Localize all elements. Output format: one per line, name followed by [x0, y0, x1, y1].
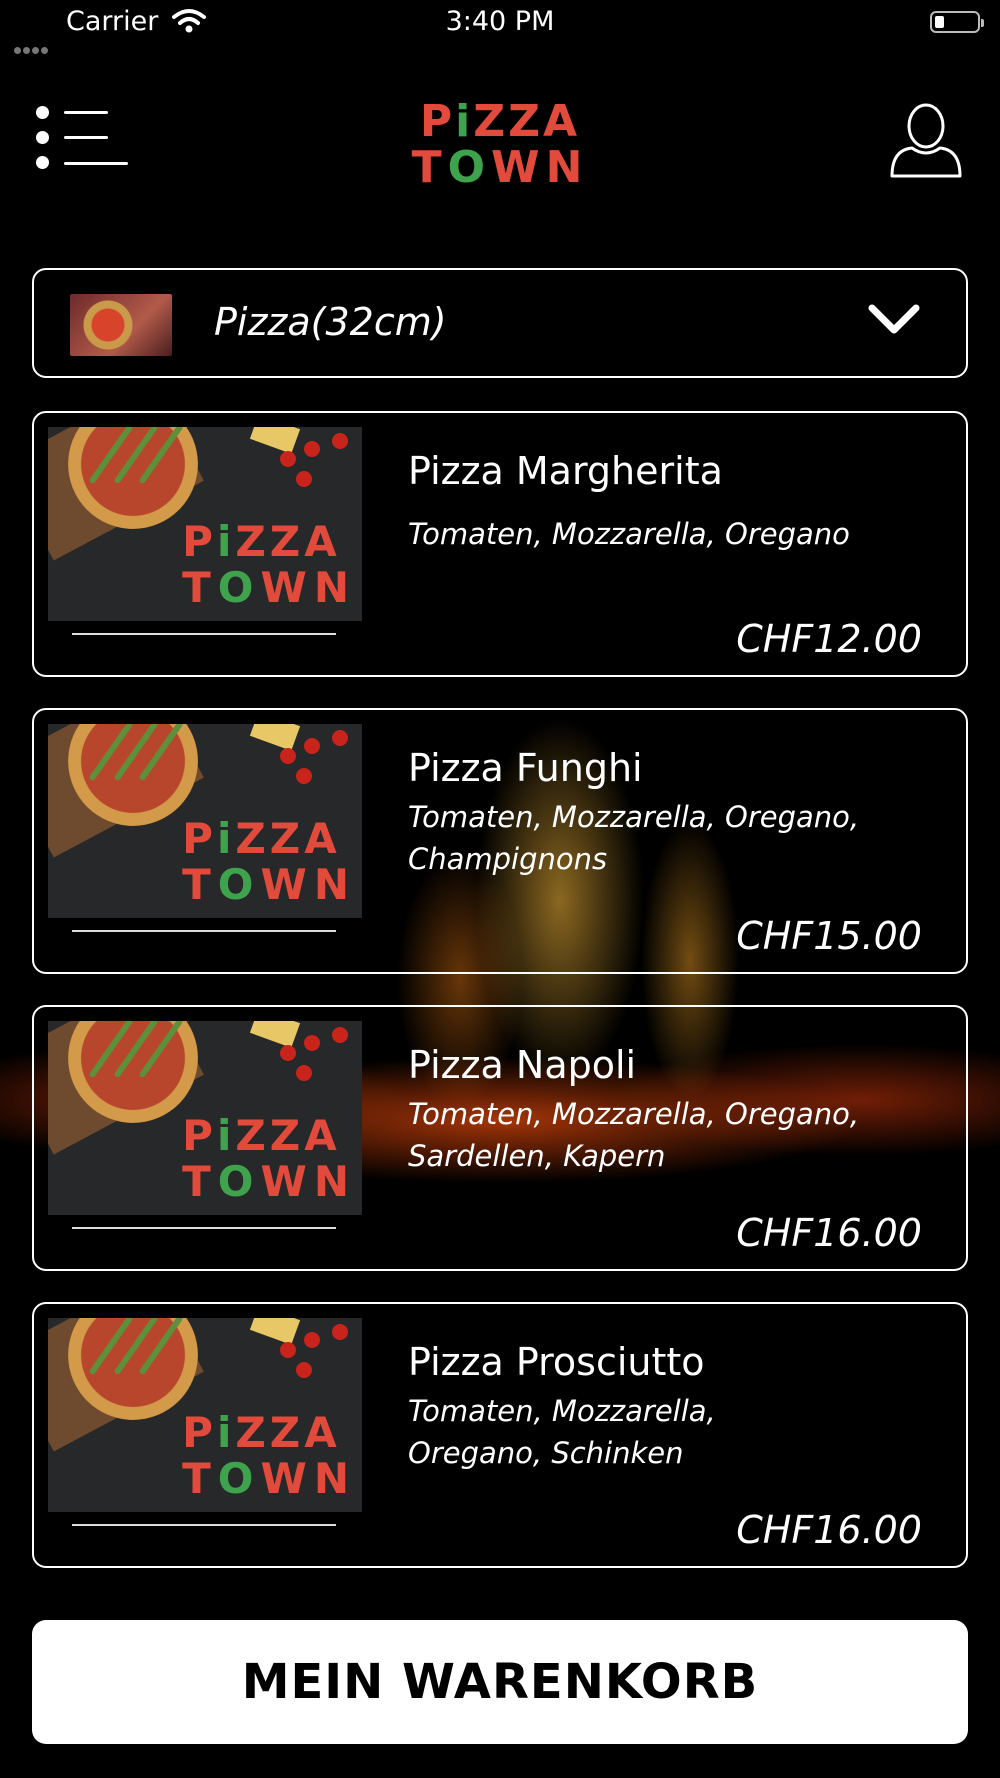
pizza-town-logo: PiZZA TOWN — [411, 96, 589, 193]
status-bar: Carrier 3:40 PM — [0, 0, 1000, 54]
product-image: PiZZA TOWN — [48, 427, 362, 621]
product-image-brand: PiZZA TOWN — [182, 814, 356, 909]
product-image-brand: PiZZA TOWN — [182, 1111, 356, 1206]
product-description: Tomaten, Mozzarella, Oregano — [408, 517, 850, 551]
divider — [72, 633, 336, 635]
product-name: Pizza Funghi — [408, 746, 643, 790]
product-image-brand: PiZZA TOWN — [182, 517, 356, 612]
category-dropdown[interactable]: Pizza(32cm) — [32, 268, 968, 378]
product-image-brand: PiZZA TOWN — [182, 1408, 356, 1503]
product-name: Pizza Prosciutto — [408, 1340, 705, 1384]
cart-button[interactable]: MEIN WARENKORB — [32, 1620, 968, 1744]
product-image: PiZZA TOWN — [48, 724, 362, 918]
divider — [72, 930, 336, 932]
product-price: CHF12.00 — [736, 617, 922, 661]
divider — [72, 1227, 336, 1229]
product-name: Pizza Napoli — [408, 1043, 637, 1087]
category-label: Pizza(32cm) — [214, 300, 447, 344]
profile-button[interactable] — [888, 102, 964, 180]
product-card-napoli[interactable]: PiZZA TOWN Pizza Napoli Tomaten, Mozzare… — [32, 1005, 968, 1271]
battery-icon — [930, 11, 984, 33]
category-thumbnail — [70, 294, 172, 356]
product-name: Pizza Margherita — [408, 449, 723, 493]
product-description: Tomaten, Mozzarella, Oregano, Schinken — [408, 1394, 716, 1470]
product-price: CHF16.00 — [736, 1508, 922, 1552]
product-card-prosciutto[interactable]: PiZZA TOWN Pizza Prosciutto Tomaten, Moz… — [32, 1302, 968, 1568]
product-description: Tomaten, Mozzarella, Oregano, Champignon… — [408, 800, 860, 876]
product-card-margherita[interactable]: PiZZA TOWN Pizza Margherita Tomaten, Moz… — [32, 411, 968, 677]
user-profile-icon — [890, 103, 962, 178]
product-description: Tomaten, Mozzarella, Oregano, Sardellen,… — [408, 1097, 860, 1173]
divider — [72, 1524, 336, 1526]
menu-button[interactable] — [36, 106, 128, 172]
product-image: PiZZA TOWN — [48, 1318, 362, 1512]
product-price: CHF16.00 — [736, 1211, 922, 1255]
chevron-down-icon — [868, 304, 920, 334]
status-time: 3:40 PM — [445, 6, 555, 37]
product-card-funghi[interactable]: PiZZA TOWN Pizza Funghi Tomaten, Mozzare… — [32, 708, 968, 974]
product-price: CHF15.00 — [736, 914, 922, 958]
product-image: PiZZA TOWN — [48, 1021, 362, 1215]
